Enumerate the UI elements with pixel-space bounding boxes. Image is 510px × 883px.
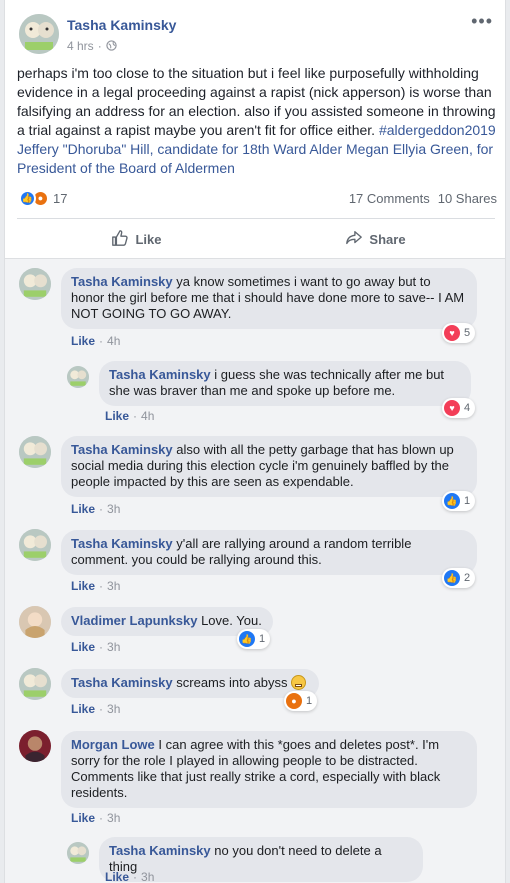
like-button-label: Like (135, 231, 162, 247)
post-body: perhaps i'm too close to the situation b… (17, 64, 503, 178)
comment-time[interactable]: 4h (107, 334, 120, 348)
comment-reaction-count: 1 (464, 495, 471, 507)
comment-meta: Like · 3h (71, 811, 121, 825)
comment-like-link[interactable]: Like (71, 811, 95, 825)
comment-avatar[interactable] (19, 730, 51, 762)
reactions-summary: 👍 ● 17 17 Comments 10 Shares (19, 187, 497, 209)
comment-bubble: Tasha Kaminsky also with all the petty g… (61, 436, 477, 497)
like-reaction-icon: 👍 (239, 631, 255, 647)
comment-like-link[interactable]: Like (71, 334, 95, 348)
share-button-label: Share (369, 231, 406, 247)
comment-reaction-count: 1 (306, 695, 313, 707)
comment-time[interactable]: 3h (107, 579, 120, 593)
comment-meta: Like · 3h (71, 640, 121, 654)
angry-reaction-icon: ● (286, 693, 302, 709)
comment-meta: Like · 3h (71, 502, 121, 516)
comment-like-link[interactable]: Like (105, 409, 129, 423)
comment-time[interactable]: 3h (107, 502, 120, 516)
divider (17, 218, 495, 219)
comment-time[interactable]: 3h (107, 640, 120, 654)
thumbs-up-icon (111, 229, 129, 250)
comment-like-link[interactable]: Like (105, 870, 129, 883)
comments-count[interactable]: 17 Comments (349, 191, 430, 206)
comment-time[interactable]: 4h (141, 409, 154, 423)
comment-meta: Like · 3h (71, 702, 121, 716)
comment-reactions[interactable]: 👍 2 (442, 568, 476, 588)
reaction-count[interactable]: 17 (53, 191, 67, 206)
reply-avatar[interactable] (67, 842, 89, 864)
comment-meta: Like · 3h (71, 579, 121, 593)
love-reaction-icon: ♥ (444, 400, 460, 416)
share-button[interactable]: Share (256, 222, 495, 256)
comment-author[interactable]: Tasha Kaminsky (71, 442, 173, 457)
comment-author[interactable]: Tasha Kaminsky (109, 367, 211, 382)
comment-author[interactable]: Vladimer Lapunksky (71, 613, 197, 628)
comment-reactions[interactable]: 👍 1 (442, 491, 476, 511)
comment-like-link[interactable]: Like (71, 640, 95, 654)
reply-bubble: Tasha Kaminsky i guess she was technical… (99, 361, 471, 406)
comment-text: Love. You. (201, 613, 262, 628)
comment-time[interactable]: 3h (141, 870, 154, 883)
comment-author[interactable]: Tasha Kaminsky (71, 274, 173, 289)
post-meta: 4 hrs · (67, 38, 117, 54)
action-bar: Like Share (17, 222, 495, 256)
comment-meta: Like · 3h (105, 870, 155, 883)
more-icon[interactable]: ••• (471, 12, 493, 30)
comment-reaction-count: 5 (464, 327, 471, 339)
comment-avatar[interactable] (19, 606, 51, 638)
comment-time[interactable]: 3h (107, 702, 120, 716)
comment-avatar[interactable] (19, 668, 51, 700)
comment-reactions[interactable]: ♥ 4 (442, 398, 476, 418)
comment-bubble: Morgan Lowe I can agree with this *goes … (61, 731, 477, 808)
comment-reaction-count: 1 (259, 633, 266, 645)
comment-reactions[interactable]: 👍 1 (237, 629, 271, 649)
grimacing-emoji-icon (291, 675, 307, 690)
comment-reactions[interactable]: ♥ 5 (442, 323, 476, 343)
comment-meta: Like · 4h (71, 334, 121, 348)
comment-author[interactable]: Morgan Lowe (71, 737, 155, 752)
like-reaction-icon: 👍 (444, 493, 460, 509)
globe-icon (106, 38, 117, 54)
comment-bubble: Tasha Kaminsky screams into abyss (61, 669, 319, 698)
comment-meta: Like · 4h (105, 409, 155, 423)
comment-avatar[interactable] (19, 436, 51, 468)
comment-author[interactable]: Tasha Kaminsky (109, 843, 211, 858)
shares-count[interactable]: 10 Shares (438, 191, 497, 206)
comment-author[interactable]: Tasha Kaminsky (71, 675, 173, 690)
post-timestamp[interactable]: 4 hrs (67, 39, 94, 53)
reaction-icons[interactable]: 👍 ● 17 (19, 189, 67, 207)
comment-bubble: Tasha Kaminsky ya know sometimes i want … (61, 268, 477, 329)
like-button[interactable]: Like (17, 222, 256, 256)
comment-bubble: Tasha Kaminsky y'all are rallying around… (61, 530, 477, 575)
reply-avatar[interactable] (67, 366, 89, 388)
comment-reactions[interactable]: ● 1 (284, 691, 318, 711)
comment-reaction-count: 4 (464, 402, 471, 414)
comment-time[interactable]: 3h (107, 811, 120, 825)
share-arrow-icon (345, 229, 363, 250)
comment-text: screams into abyss (176, 675, 288, 690)
love-reaction-icon: ♥ (444, 325, 460, 341)
like-reaction-icon: 👍 (444, 570, 460, 586)
comment-reaction-count: 2 (464, 572, 471, 584)
comment-like-link[interactable]: Like (71, 579, 95, 593)
like-reaction-icon: 👍 (19, 189, 36, 207)
comment-avatar[interactable] (19, 268, 51, 300)
author-avatar[interactable] (19, 14, 59, 54)
comment-like-link[interactable]: Like (71, 702, 95, 716)
post-author-name[interactable]: Tasha Kaminsky (67, 17, 176, 33)
post-card: Tasha Kaminsky 4 hrs · ••• perhaps i'm t… (4, 0, 506, 883)
comment-author[interactable]: Tasha Kaminsky (71, 536, 173, 551)
comment-like-link[interactable]: Like (71, 502, 95, 516)
comment-avatar[interactable] (19, 529, 51, 561)
